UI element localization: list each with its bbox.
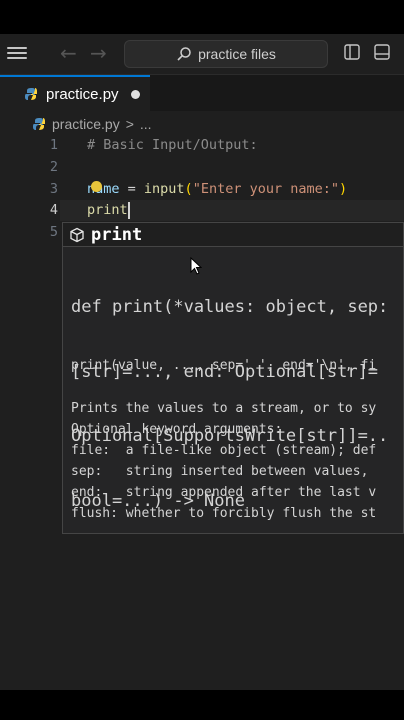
code-operator: = — [119, 181, 144, 197]
top-letterbox — [0, 0, 404, 34]
tab-label: practice.py — [46, 85, 119, 103]
code-paren: ( — [184, 181, 193, 197]
line-number: 5 — [49, 224, 58, 240]
breadcrumb: practice.py > ... — [0, 111, 404, 137]
code-comment: # Basic Input/Output: — [87, 137, 258, 153]
documentation-popup: def print(*values: object, sep: [str]=..… — [62, 246, 404, 534]
lightbulb-icon[interactable] — [91, 181, 102, 192]
code-line-4[interactable]: 4 print — [0, 200, 404, 221]
search-box[interactable]: practice files — [124, 40, 328, 68]
search-icon — [177, 47, 191, 61]
breadcrumb-separator: > — [125, 116, 134, 132]
cube-icon — [70, 227, 84, 242]
back-arrow-icon[interactable]: ← — [60, 42, 77, 64]
text-cursor — [127, 201, 130, 219]
usage-line: print(value, ..., sep=' ', end='\n', fi — [71, 358, 377, 373]
line-number: 3 — [49, 181, 58, 197]
code-paren: ) — [339, 181, 348, 197]
suggestion-label: print — [91, 224, 143, 245]
python-file-icon — [25, 88, 37, 100]
python-file-icon — [33, 118, 45, 130]
line-number: 1 — [49, 137, 58, 153]
bottom-letterbox — [0, 690, 404, 720]
description-line: end: string appended after the last v — [71, 485, 377, 500]
code-function: input — [143, 181, 185, 197]
suggestion-item[interactable]: print — [62, 222, 404, 246]
title-bar: ← → practice files — [0, 34, 404, 75]
tab-practice-py[interactable]: practice.py — [0, 75, 150, 111]
breadcrumb-more[interactable]: ... — [140, 116, 152, 132]
code-string: "Enter your name:" — [192, 181, 339, 197]
mouse-pointer-icon — [190, 257, 202, 275]
breadcrumb-file[interactable]: practice.py — [52, 116, 120, 132]
line-number: 4 — [49, 202, 58, 218]
code-line-3[interactable]: 3 name = input("Enter your name:") — [0, 179, 404, 200]
search-text: practice files — [198, 46, 276, 62]
menu-icon[interactable] — [7, 44, 27, 62]
description-line: Optional keyword arguments: — [71, 422, 283, 437]
line-number: 2 — [49, 159, 58, 175]
description-line: file: a file-like object (stream); def — [71, 443, 377, 458]
description-line: sep: string inserted between values, — [71, 464, 369, 479]
description-line: flush: whether to forcibly flush the st — [71, 506, 377, 521]
code-function: print — [87, 202, 128, 218]
description-line: Prints the values to a stream, or to sy — [71, 401, 377, 416]
forward-arrow-icon[interactable]: → — [90, 42, 107, 64]
panel-layout-icon[interactable] — [374, 44, 390, 60]
code-line-1[interactable]: 1 # Basic Input/Output: — [0, 135, 404, 156]
unsaved-dot-icon[interactable] — [130, 89, 140, 99]
tab-bar: practice.py — [0, 75, 404, 111]
code-line-2[interactable]: 2 — [0, 157, 404, 178]
sidebar-layout-icon[interactable] — [344, 44, 360, 60]
signature-line: def print(*values: object, sep: — [71, 297, 389, 317]
